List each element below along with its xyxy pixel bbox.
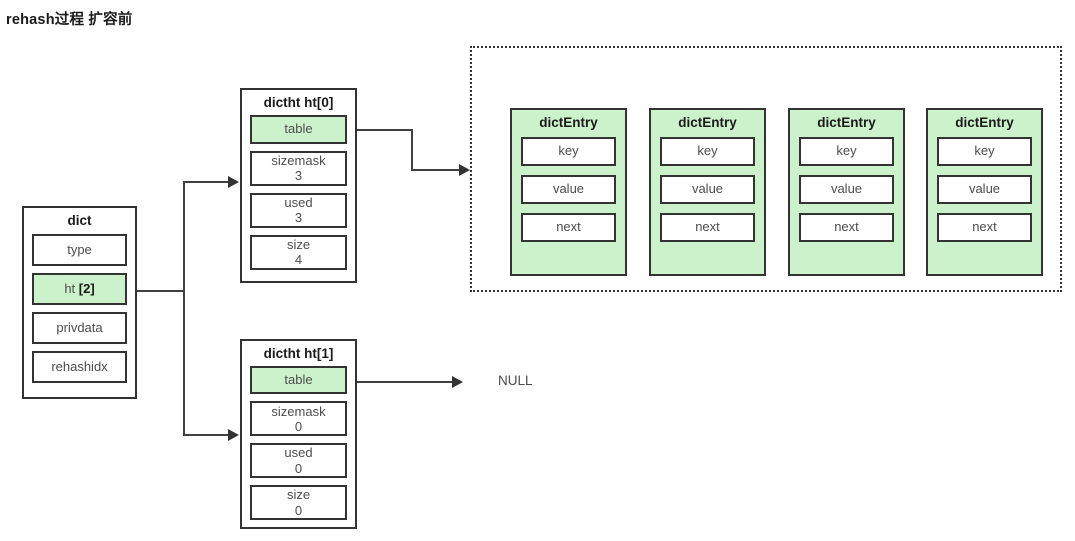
dictht1-field-used[interactable]: used 0 xyxy=(250,443,347,479)
dictentry-3-field-value[interactable]: value xyxy=(937,174,1032,204)
dictentry-1-field-next[interactable]: next xyxy=(660,212,755,242)
dictentry-1-field-key-label: key xyxy=(697,143,718,159)
dictht0-field-table-label: table xyxy=(284,121,313,137)
dictentry-1-title: dictEntry xyxy=(678,115,737,130)
dict-field-privdata[interactable]: privdata xyxy=(32,311,127,344)
dictht1-field-size-value: 0 xyxy=(294,502,303,518)
dictht0-field-size-value: 4 xyxy=(294,252,303,267)
dictentry-0-field-value[interactable]: value xyxy=(521,174,616,204)
dictht0-field-used-label: used xyxy=(284,194,313,210)
dictentry-2-field-key-label: key xyxy=(836,143,857,159)
arrow-null-icon xyxy=(452,376,463,388)
dict-field-type[interactable]: type xyxy=(32,233,127,266)
dictentry-0-title: dictEntry xyxy=(539,115,598,130)
null-label: NULL xyxy=(498,373,533,388)
connector-table0-seg2 xyxy=(411,129,413,171)
dictht1-field-size[interactable]: size 0 xyxy=(250,485,347,521)
dictht1-field-used-label: used xyxy=(284,445,313,461)
dictentry-3-title: dictEntry xyxy=(955,115,1014,130)
dictentry-0-field-key-label: key xyxy=(558,143,579,159)
connector-table0-seg3 xyxy=(411,169,462,171)
dictentry-0-field-value-label: value xyxy=(552,181,585,197)
page-title: rehash过程 扩容前 xyxy=(6,12,133,28)
dictentry-0[interactable]: dictEntry key value next xyxy=(510,108,627,276)
dictht0-field-size[interactable]: size 4 xyxy=(250,234,347,270)
dictht1-field-size-label: size xyxy=(286,487,311,503)
dictentry-1-field-value[interactable]: value xyxy=(660,174,755,204)
dictht0-field-table[interactable]: table xyxy=(250,114,347,144)
dictht0-struct-title: dictht ht[0] xyxy=(263,95,334,110)
dictht0-field-sizemask[interactable]: sizemask 3 xyxy=(250,150,347,186)
dict-field-type-label: type xyxy=(67,241,92,257)
dictentry-3[interactable]: dictEntry key value next xyxy=(926,108,1043,276)
dict-field-ht-label: ht xyxy=(64,280,79,296)
dictht1-struct-title: dictht ht[1] xyxy=(263,346,334,361)
arrow-ht1-icon xyxy=(228,429,239,441)
dictentry-1[interactable]: dictEntry key value next xyxy=(649,108,766,276)
dictht0-field-size-label: size xyxy=(286,236,311,252)
dictentry-0-field-key[interactable]: key xyxy=(521,136,616,166)
dictentry-3-field-next-label: next xyxy=(972,219,997,235)
dictht1-field-sizemask-value: 0 xyxy=(294,418,303,434)
dictentry-0-field-next[interactable]: next xyxy=(521,212,616,242)
dictentry-2-field-key[interactable]: key xyxy=(799,136,894,166)
connector-table1-seg1 xyxy=(357,381,455,383)
connector-ht-vertical xyxy=(183,182,185,436)
dict-struct-title: dict xyxy=(67,213,92,228)
dict-field-rehashidx-label: rehashidx xyxy=(51,358,108,374)
dictentry-2-field-value[interactable]: value xyxy=(799,174,894,204)
arrow-entries-icon xyxy=(459,164,470,176)
connector-ht1-branch xyxy=(183,434,229,436)
dict-field-privdata-label: privdata xyxy=(56,319,103,335)
dict-struct[interactable]: dict type ht [2] privdata rehashidx xyxy=(22,206,137,399)
dictht0-field-sizemask-label: sizemask xyxy=(271,152,326,168)
dictentry-3-field-key[interactable]: key xyxy=(937,136,1032,166)
arrow-ht0-icon xyxy=(228,176,239,188)
dictentry-3-field-next[interactable]: next xyxy=(937,212,1032,242)
dictentry-1-field-value-label: value xyxy=(691,181,724,197)
dictentry-2-field-next[interactable]: next xyxy=(799,212,894,242)
dictentry-2-field-next-label: next xyxy=(834,219,859,235)
dictht1-field-table[interactable]: table xyxy=(250,365,347,395)
dictht0-field-used[interactable]: used 3 xyxy=(250,192,347,228)
dictht0-struct[interactable]: dictht ht[0] table sizemask 3 used 3 siz… xyxy=(240,88,357,283)
dictentry-2-field-value-label: value xyxy=(830,181,863,197)
dictentry-table-container: dictEntry key value next dictEntry key v… xyxy=(470,46,1062,292)
dict-field-ht-count: [2] xyxy=(78,280,95,296)
dictht0-field-used-value: 3 xyxy=(294,210,303,225)
dictentry-3-field-key-label: key xyxy=(974,143,995,159)
dictentry-2[interactable]: dictEntry key value next xyxy=(788,108,905,276)
dictht1-field-sizemask[interactable]: sizemask 0 xyxy=(250,401,347,437)
dictht1-field-table-label: table xyxy=(284,372,313,388)
dictentry-1-field-key[interactable]: key xyxy=(660,136,755,166)
dictht1-struct[interactable]: dictht ht[1] table sizemask 0 used 0 siz… xyxy=(240,339,357,529)
connector-ht-stem xyxy=(137,290,183,292)
dictentry-2-title: dictEntry xyxy=(817,115,876,130)
dict-field-rehashidx[interactable]: rehashidx xyxy=(32,350,127,383)
dictentry-0-field-next-label: next xyxy=(556,219,581,235)
dictht1-field-sizemask-label: sizemask xyxy=(271,403,326,419)
dictht0-field-sizemask-value: 3 xyxy=(294,168,303,183)
dictentry-3-field-value-label: value xyxy=(968,181,1001,197)
dict-field-ht[interactable]: ht [2] xyxy=(32,272,127,305)
connector-table0-seg1 xyxy=(357,129,413,131)
dictentry-1-field-next-label: next xyxy=(695,219,720,235)
dictht1-field-used-value: 0 xyxy=(294,460,303,476)
connector-ht0-branch xyxy=(183,181,229,183)
